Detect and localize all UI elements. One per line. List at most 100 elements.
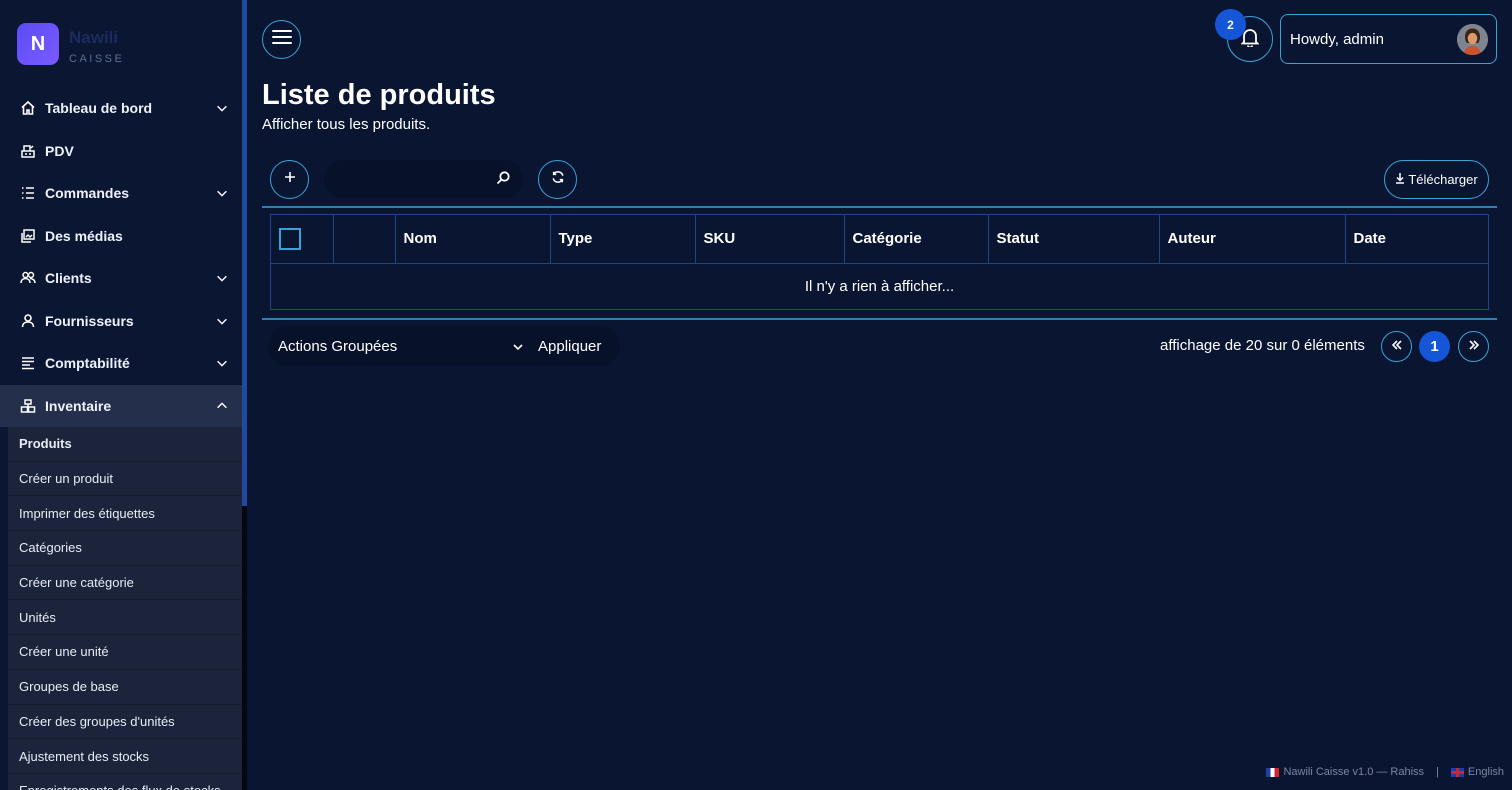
search-icon[interactable] xyxy=(495,170,511,191)
sidebar-item-label: Des médias xyxy=(45,227,123,244)
column-header-author[interactable]: Auteur xyxy=(1159,215,1346,264)
search-input[interactable] xyxy=(334,166,494,192)
footer-credit: Nawili Caisse v1.0 — Rahiss xyxy=(1283,766,1425,778)
sidebar-nav: Tableau de bord PDV Commandes Des médias xyxy=(0,87,242,790)
double-chevron-right-icon xyxy=(1468,338,1480,356)
submenu-item-units[interactable]: Unités xyxy=(8,600,242,636)
select-all-cell xyxy=(271,215,334,264)
column-header-name[interactable]: Nom xyxy=(395,215,551,264)
column-header-date[interactable]: Date xyxy=(1345,215,1488,264)
inventory-icon xyxy=(20,398,36,414)
sidebar-item-pdv[interactable]: PDV xyxy=(0,130,242,173)
sidebar-item-label: Comptabilité xyxy=(45,355,130,372)
download-label: Télécharger xyxy=(1408,172,1478,187)
refresh-icon xyxy=(551,170,565,189)
sidebar-item-dashboard[interactable]: Tableau de bord xyxy=(0,87,242,130)
sidebar-item-label: PDV xyxy=(45,142,74,159)
footer-separator: | xyxy=(1436,766,1439,778)
inventory-submenu: Produits Créer un produit Imprimer des é… xyxy=(8,427,242,790)
plus-icon xyxy=(283,170,297,189)
avatar xyxy=(1457,23,1488,55)
table-row: Il n'y a rien à afficher... xyxy=(271,263,1488,309)
submenu-item-create-category[interactable]: Créer une catégorie xyxy=(8,566,242,601)
home-icon xyxy=(20,100,36,116)
sidebar-item-label: Tableau de bord xyxy=(45,100,153,117)
footer-credit-item: Nawili Caisse v1.0 — Rahiss xyxy=(1266,766,1424,778)
chevron-down-icon xyxy=(214,100,230,116)
bulk-actions-select[interactable]: Actions Groupées xyxy=(278,338,397,355)
sidebar-scrollbar-track xyxy=(242,506,247,790)
sidebar-item-orders[interactable]: Commandes xyxy=(0,172,242,215)
page-subtitle: Afficher tous les produits. xyxy=(262,116,431,133)
chevron-down-icon xyxy=(214,270,230,286)
media-icon xyxy=(20,228,36,244)
select-all-checkbox[interactable] xyxy=(279,227,301,250)
sidebar-item-label: Clients xyxy=(45,270,92,287)
brand-name: Nawili xyxy=(69,28,119,47)
chevron-up-icon xyxy=(214,398,230,414)
pagination-summary: affichage de 20 sur 0 éléments xyxy=(1160,337,1365,354)
submenu-item-categories[interactable]: Catégories xyxy=(8,531,242,566)
sidebar-item-suppliers[interactable]: Fournisseurs xyxy=(0,300,242,343)
sidebar-item-label: Fournisseurs xyxy=(45,312,134,329)
sidebar-item-accounting[interactable]: Comptabilité xyxy=(0,342,242,385)
sidebar-scrollbar[interactable] xyxy=(242,0,247,506)
user-menu[interactable]: Howdy, admin xyxy=(1280,14,1497,64)
pos-icon xyxy=(20,143,36,159)
uk-flag-icon xyxy=(1450,767,1464,777)
actions-column-header xyxy=(333,215,396,264)
next-page-button[interactable] xyxy=(1458,331,1489,362)
chevron-down-icon xyxy=(214,355,230,371)
brand-subtitle: CAISSE xyxy=(69,53,125,65)
accounting-icon xyxy=(20,355,36,371)
language-switcher[interactable]: English xyxy=(1450,766,1504,778)
submenu-item-print-labels[interactable]: Imprimer des étiquettes xyxy=(8,496,242,532)
sidebar-item-inventory[interactable]: Inventaire xyxy=(0,384,242,427)
submenu-item-create-unit[interactable]: Créer une unité xyxy=(8,635,242,670)
sidebar: N Nawili CAISSE Tableau de bord PDV Comm… xyxy=(0,0,242,790)
products-table: Nom Type SKU Catégorie Statut Auteur Dat… xyxy=(270,214,1489,310)
users-icon xyxy=(20,270,36,286)
user-icon xyxy=(20,313,36,329)
apply-button[interactable]: Appliquer xyxy=(538,338,601,355)
hamburger-icon xyxy=(271,29,292,50)
chevron-down-icon[interactable] xyxy=(512,340,524,358)
sidebar-item-label: Commandes xyxy=(45,185,130,202)
empty-table-message: Il n'y a rien à afficher... xyxy=(804,277,955,295)
submenu-item-create-product[interactable]: Créer un produit xyxy=(8,462,242,497)
footer: Nawili Caisse v1.0 — Rahiss | English xyxy=(1266,766,1504,778)
download-button[interactable]: Télécharger xyxy=(1384,160,1489,199)
sidebar-item-clients[interactable]: Clients xyxy=(0,257,242,300)
menu-toggle-button[interactable] xyxy=(262,20,301,59)
bulk-actions-bar: Actions Groupées Appliquer xyxy=(268,326,620,366)
table-header-row: Nom Type SKU Catégorie Statut Auteur Dat… xyxy=(271,215,1488,264)
brand-logo[interactable]: N xyxy=(17,23,59,65)
download-icon xyxy=(1395,172,1405,187)
chevron-down-icon xyxy=(214,313,230,329)
refresh-button[interactable] xyxy=(538,160,577,199)
search-box xyxy=(324,160,523,198)
submenu-item-create-unit-groups[interactable]: Créer des groupes d'unités xyxy=(8,705,242,740)
sidebar-item-media[interactable]: Des médias xyxy=(0,215,242,258)
column-header-category[interactable]: Catégorie xyxy=(844,215,989,264)
submenu-item-base-groups[interactable]: Groupes de base xyxy=(8,670,242,705)
list-icon xyxy=(20,185,36,201)
divider xyxy=(262,318,1497,320)
column-header-type[interactable]: Type xyxy=(550,215,696,264)
sidebar-item-label: Inventaire xyxy=(45,397,112,414)
language-label: English xyxy=(1467,766,1504,778)
previous-page-button[interactable] xyxy=(1381,331,1412,362)
french-flag-icon xyxy=(1266,767,1280,777)
column-header-status[interactable]: Statut xyxy=(988,215,1160,264)
divider xyxy=(262,206,1497,208)
add-product-button[interactable] xyxy=(270,160,309,199)
user-greeting: Howdy, admin xyxy=(1290,30,1384,48)
submenu-item-products[interactable]: Produits xyxy=(8,427,242,462)
submenu-item-stock-adjustment[interactable]: Ajustement des stocks xyxy=(8,739,242,774)
column-header-sku[interactable]: SKU xyxy=(695,215,845,264)
current-page-button[interactable]: 1 xyxy=(1419,331,1450,362)
notification-count-badge: 2 xyxy=(1215,9,1246,40)
chevron-down-icon xyxy=(214,185,230,201)
submenu-item-stock-flow-records[interactable]: Enregistrements des flux de stocks xyxy=(8,774,242,790)
page-title: Liste de produits xyxy=(262,79,496,111)
